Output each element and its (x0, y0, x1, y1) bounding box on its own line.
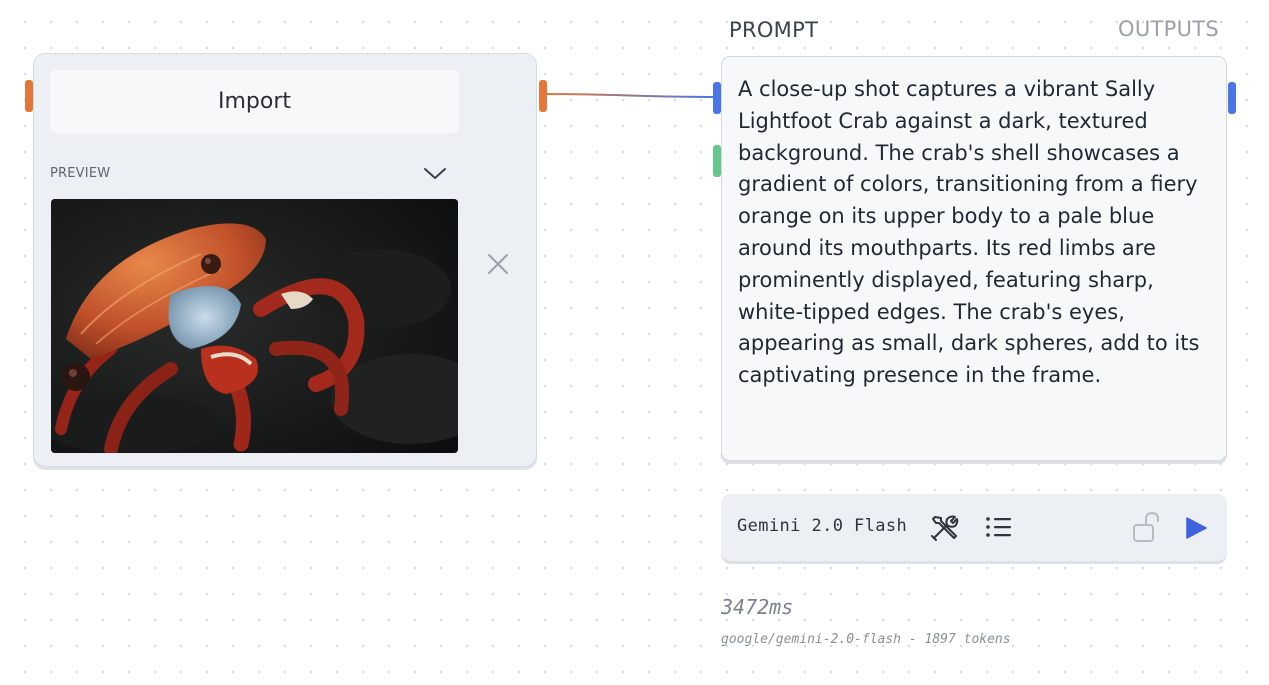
close-icon[interactable] (486, 252, 510, 276)
outputs-label: OUTPUTS (1118, 17, 1220, 41)
import-node: Import PREVIEW (33, 53, 537, 467)
model-token-info: google/gemini-2.0-flash - 1897 tokens (721, 632, 1011, 647)
model-toolbar: Gemini 2.0 Flash (721, 494, 1227, 561)
crab-image (51, 199, 458, 453)
response-time: 3472ms (721, 595, 794, 619)
preview-label: PREVIEW (50, 166, 111, 181)
preview-image (51, 199, 458, 453)
prompt-textarea[interactable]: A close-up shot captures a vibrant Sally… (721, 56, 1227, 461)
unlock-icon[interactable] (1132, 511, 1164, 545)
chevron-down-icon[interactable] (422, 163, 448, 183)
model-selector[interactable]: Gemini 2.0 Flash (737, 516, 907, 536)
import-button[interactable]: Import (50, 70, 459, 133)
tools-icon[interactable] (929, 513, 959, 543)
list-icon[interactable] (985, 515, 1013, 539)
import-output-handle[interactable] (539, 80, 547, 112)
prompt-title: PROMPT (729, 18, 819, 42)
import-input-handle[interactable] (25, 80, 33, 112)
prompt-input-handle[interactable] (713, 82, 721, 114)
prompt-secondary-input-handle[interactable] (713, 145, 721, 177)
prompt-output-handle[interactable] (1228, 82, 1236, 114)
play-icon[interactable] (1184, 516, 1208, 540)
